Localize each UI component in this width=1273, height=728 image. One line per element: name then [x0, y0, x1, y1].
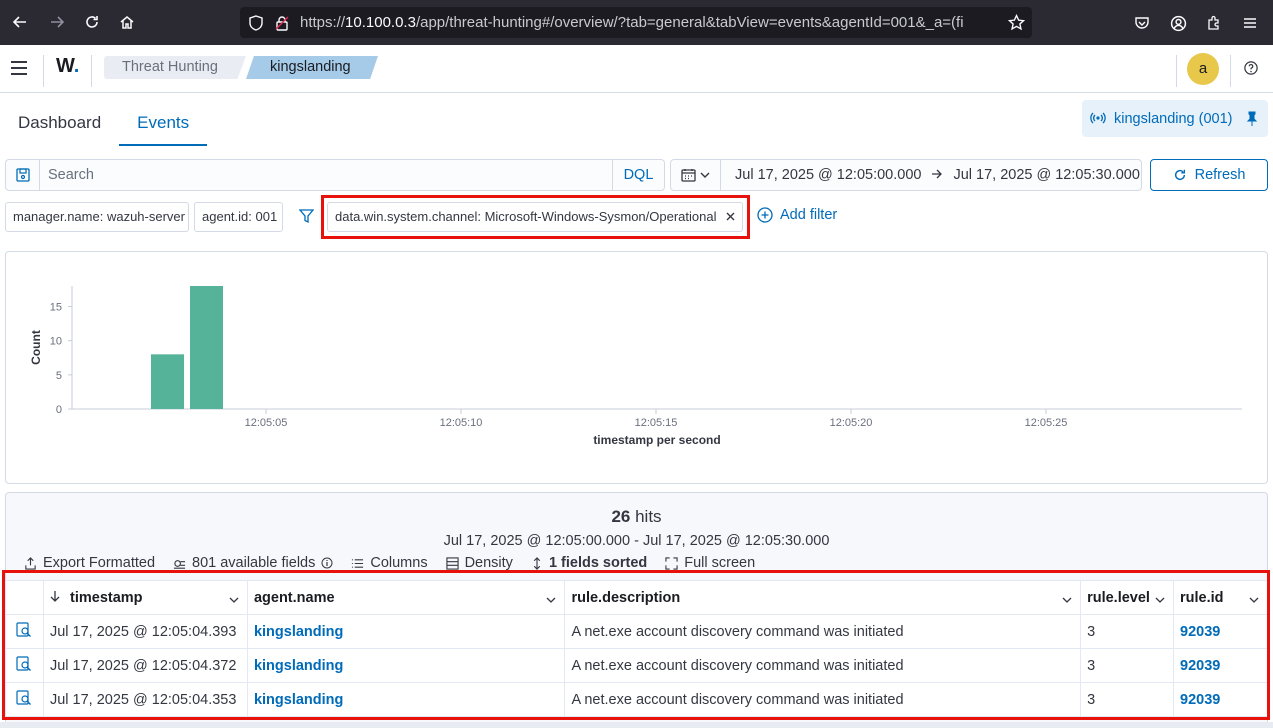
histogram-chart: 0 5 10 15 12:05:05 12:05:10 12:05:15 12:05:20 12…: [29, 286, 1242, 447]
divider: [1176, 55, 1177, 87]
fullscreen-button[interactable]: Full screen: [665, 555, 755, 571]
pocket-icon[interactable]: [1125, 6, 1159, 40]
refresh-icon: [1174, 169, 1185, 181]
reload-icon[interactable]: [75, 5, 109, 39]
hits-range: Jul 17, 2025 @ 12:05:00.000 - Jul 17, 20…: [443, 533, 830, 549]
x-tick-label: 12:05:25: [1025, 417, 1068, 429]
y-tick-label: 5: [56, 370, 62, 382]
density-icon: [445, 556, 459, 570]
chevron-down-icon: [700, 172, 710, 178]
fullscreen-icon: [665, 556, 678, 570]
density-label: Density: [464, 555, 513, 571]
columns-label: Columns: [370, 555, 428, 571]
forward-icon[interactable]: [40, 5, 74, 39]
y-tick-label: 10: [50, 336, 62, 348]
breadcrumb-agent[interactable]: kingslanding: [246, 56, 378, 79]
agent-selector[interactable]: kingslanding (001): [1082, 100, 1268, 137]
filter-funnel-icon[interactable]: [298, 209, 315, 227]
agent-label: kingslanding (001): [1114, 110, 1233, 127]
histogram-panel: 0 5 10 15 12:05:05 12:05:10 12:05:15 12:05:20 12…: [5, 251, 1268, 484]
divider: [43, 55, 44, 87]
export-label: Export Formatted: [43, 555, 156, 571]
density-button[interactable]: Density: [445, 555, 513, 571]
agent-signal-icon: [1090, 111, 1106, 129]
hits-label: hits: [635, 507, 662, 526]
export-button[interactable]: Export Formatted: [24, 555, 155, 571]
app-header: W. Threat Hunting kingslanding a: [0, 45, 1273, 93]
menu-icon[interactable]: [1233, 6, 1267, 40]
wazuh-logo[interactable]: W.: [56, 55, 79, 78]
address-bar[interactable]: https://10.100.0.3/app/threat-hunting#/o…: [240, 7, 1032, 38]
extensions-icon[interactable]: [1197, 6, 1231, 40]
breadcrumb-threat-hunting[interactable]: Threat Hunting: [104, 56, 246, 79]
table-highlight-box: [2, 570, 1270, 720]
taskbar-strip: [0, 722, 1273, 728]
add-filter-button[interactable]: Add filter: [757, 207, 837, 223]
available-fields-button[interactable]: 801 available fields: [173, 555, 333, 571]
refresh-button[interactable]: Refresh: [1150, 159, 1268, 191]
save-icon: [15, 168, 30, 182]
filter-agent-id[interactable]: agent.id: 001: [194, 202, 283, 232]
back-icon[interactable]: [3, 5, 37, 39]
filter-highlight-box: [321, 195, 750, 239]
columns-button[interactable]: Columns: [351, 555, 428, 571]
url-security-icons: [248, 15, 290, 31]
query-language-button[interactable]: DQL: [612, 160, 664, 190]
histogram-bar: [151, 354, 184, 409]
url-host: 10.100.0.3: [345, 14, 416, 31]
search-input[interactable]: [40, 160, 612, 190]
calendar-icon: [681, 169, 696, 182]
y-tick-label: 0: [56, 404, 62, 416]
divider: [91, 55, 92, 87]
x-tick-label: 12:05:05: [245, 417, 288, 429]
shield-icon: [249, 15, 263, 31]
plus-circle-icon: [757, 207, 773, 223]
available-fields-label: 801 available fields: [192, 555, 316, 571]
histogram-bar: [190, 286, 223, 409]
url-path: /app/threat-hunting#/overview/?tab=gener…: [415, 14, 964, 31]
lock-warning-icon: [275, 16, 289, 31]
date-quick-menu-button[interactable]: [671, 160, 721, 190]
date-picker: Jul 17, 2025 @ 12:05:00.000 Jul 17, 2025…: [670, 159, 1142, 191]
y-tick-label: 15: [50, 302, 62, 314]
fullscreen-label: Full screen: [684, 555, 756, 571]
divider: [1230, 55, 1231, 87]
hamburger-menu-icon[interactable]: [10, 59, 28, 80]
hits-count: 26 hits: [6, 507, 1267, 527]
help-icon[interactable]: [1244, 61, 1258, 78]
export-icon: [25, 556, 36, 570]
x-tick-label: 12:05:10: [440, 417, 483, 429]
arrow-right-icon: [931, 167, 943, 183]
filter-manager-name[interactable]: manager.name: wazuh-server: [5, 202, 189, 232]
date-start[interactable]: Jul 17, 2025 @ 12:05:00.000: [735, 167, 921, 183]
query-bar: DQL: [5, 159, 665, 191]
info-icon: [321, 557, 333, 569]
user-avatar[interactable]: a: [1187, 53, 1219, 85]
refresh-label: Refresh: [1194, 167, 1246, 183]
saved-query-button[interactable]: [6, 160, 40, 190]
date-end[interactable]: Jul 17, 2025 @ 12:05:30.000: [953, 167, 1139, 183]
view-tabs: Dashboard Events: [0, 100, 208, 146]
add-filter-label: Add filter: [780, 207, 838, 223]
tab-dashboard[interactable]: Dashboard: [0, 100, 119, 146]
tab-events[interactable]: Events: [119, 100, 208, 146]
x-tick-label: 12:05:20: [830, 417, 873, 429]
bookmark-star-icon[interactable]: [1007, 13, 1026, 34]
browser-toolbar: https://10.100.0.3/app/threat-hunting#/o…: [0, 0, 1273, 45]
sort-button[interactable]: 1 fields sorted: [531, 555, 647, 571]
y-axis-title: Count: [29, 330, 43, 365]
list-icon: [352, 558, 364, 568]
sort-label: 1 fields sorted: [548, 555, 648, 571]
fields-icon: [173, 559, 186, 569]
pin-icon[interactable]: [1246, 111, 1258, 130]
hits-number: 26: [611, 507, 631, 526]
account-icon[interactable]: [1161, 6, 1195, 40]
x-axis-title: timestamp per second: [593, 433, 720, 447]
grid-toolbar: Export Formatted 801 available fields Co…: [24, 555, 755, 571]
sort-icon: [533, 556, 541, 570]
x-tick-label: 12:05:15: [635, 417, 678, 429]
home-icon[interactable]: [110, 5, 144, 39]
